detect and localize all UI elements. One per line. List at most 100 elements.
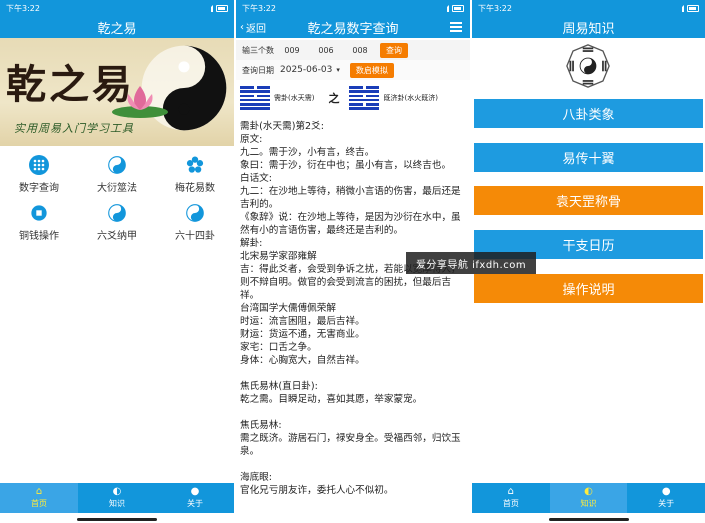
tab-home[interactable]: ⌂ 首页 bbox=[472, 483, 550, 513]
chevron-down-icon[interactable]: ▾ bbox=[336, 66, 340, 74]
date-row: 查询日期 2025-06-03 ▾ 数启模拟 bbox=[236, 60, 470, 80]
text-line: 白话文: bbox=[240, 173, 273, 184]
text-line: 象曰：需于沙，衍在中也；虽小有言，以终吉也。 bbox=[240, 160, 452, 171]
button-chenggu[interactable]: 袁天罡称骨 bbox=[474, 186, 703, 215]
app-banner: 乾之易 实用周易入门学习工具 bbox=[0, 38, 234, 146]
button-label: 操作说明 bbox=[562, 283, 615, 298]
tab-about[interactable]: ● 关于 bbox=[627, 483, 705, 513]
page-title-bar: ‹ 返回 乾之易数字查询 bbox=[236, 16, 470, 38]
grid-item-label: 大衍筮法 bbox=[97, 183, 137, 194]
grid-item-64-hexagrams[interactable]: 六十四卦 bbox=[156, 203, 234, 242]
hexagram-from-icon bbox=[240, 86, 270, 110]
button-label: 袁天罡称骨 bbox=[555, 195, 621, 210]
text-line: 九二：在沙地上等待，稍微小言语的伤害，最后还是吉利的。 bbox=[240, 186, 461, 210]
grid-item-label: 铜钱操作 bbox=[19, 231, 59, 242]
text-line: 解卦: bbox=[240, 238, 263, 249]
text-line: 焦氏易林(直日卦): bbox=[240, 381, 318, 392]
page-title-bar: 乾之易 bbox=[0, 16, 234, 38]
tab-label: 关于 bbox=[658, 499, 675, 508]
yinyang-icon bbox=[185, 203, 205, 223]
page-title-bar: 周易知识 bbox=[472, 16, 705, 38]
back-button[interactable]: ‹ 返回 bbox=[240, 20, 266, 35]
date-picker[interactable]: 2025-06-03 bbox=[280, 65, 332, 75]
text-line: 焦氏易林: bbox=[240, 420, 282, 431]
text-line: 身体：心胸宽大，自然吉祥。 bbox=[240, 355, 365, 366]
yinyang-icon: ◐ bbox=[112, 486, 122, 497]
grid-item-coins[interactable]: 铜钱操作 bbox=[0, 203, 78, 242]
button-label: 易传十翼 bbox=[562, 152, 615, 167]
button-label: 干支日历 bbox=[562, 239, 615, 254]
text-gap bbox=[240, 406, 464, 419]
yinyang-icon: ◐ bbox=[584, 486, 593, 497]
lotus-icon bbox=[112, 86, 168, 118]
battery-icon bbox=[216, 4, 228, 12]
user-icon: ● bbox=[190, 486, 200, 497]
grid-dots-icon bbox=[29, 155, 49, 175]
feature-grid: 数字查询 大衍筮法 梅花易数 铜钱操作 六爻纳甲 六十四卦 bbox=[0, 155, 234, 242]
tab-knowledge[interactable]: ◐ 知识 bbox=[549, 483, 628, 513]
text-line: 原文: bbox=[240, 134, 263, 145]
hexagram-to-icon bbox=[349, 86, 380, 110]
grid-item-label: 数字查询 bbox=[19, 183, 59, 194]
status-icons bbox=[205, 4, 228, 12]
number-field-1[interactable]: 009 bbox=[278, 46, 306, 55]
status-icons bbox=[676, 4, 699, 12]
numbers-label: 输三个数 bbox=[242, 45, 274, 55]
date-label: 查询日期 bbox=[242, 65, 274, 75]
status-time: 下午3:22 bbox=[242, 3, 276, 13]
battery-icon bbox=[687, 4, 699, 12]
grid-item-dayan[interactable]: 大衍筮法 bbox=[78, 155, 156, 194]
home-screen: 下午3:22 乾之易 乾之易 实用周易入门学习工具 数字查询 大衍筮法 梅花易数… bbox=[0, 0, 234, 523]
text-line: 海底眼: bbox=[240, 472, 273, 483]
watermark-banner: 爱分享导航 ifxdh.com bbox=[406, 252, 536, 274]
button-yizhuan[interactable]: 易传十翼 bbox=[474, 143, 703, 172]
plum-blossom-icon bbox=[185, 155, 205, 175]
bottom-tab-bar: ⌂ 首页 ◐ 知识 ● 关于 bbox=[472, 483, 705, 513]
tab-knowledge[interactable]: ◐ 知识 bbox=[78, 483, 156, 513]
tab-label: 关于 bbox=[187, 499, 203, 508]
back-label: 返回 bbox=[246, 24, 266, 35]
grid-item-liuyao[interactable]: 六爻纳甲 bbox=[78, 203, 156, 242]
status-icons bbox=[441, 4, 464, 12]
home-icon: ⌂ bbox=[35, 486, 43, 497]
status-time: 下午3:22 bbox=[478, 3, 512, 13]
banner-subtitle: 实用周易入门学习工具 bbox=[14, 122, 134, 135]
text-line: 财运：货运不通，无害商业。 bbox=[240, 329, 365, 340]
yinyang-icon bbox=[107, 155, 127, 175]
text-line: 九二。需于沙，小有言，终吉。 bbox=[240, 147, 375, 158]
button-label: 八卦类象 bbox=[562, 108, 615, 123]
menu-icon[interactable] bbox=[450, 22, 462, 32]
text-gap bbox=[240, 367, 464, 380]
tab-about[interactable]: ● 关于 bbox=[156, 483, 234, 513]
page-title: 周易知识 bbox=[562, 21, 615, 37]
hexagram-from-name: 需卦(水天需) bbox=[274, 94, 315, 102]
number-field-3[interactable]: 008 bbox=[346, 46, 374, 55]
text-line: 乾之需。目瞬足动，喜如其愿，举家蒙宠。 bbox=[240, 394, 423, 405]
page-title: 乾之易 bbox=[97, 21, 137, 37]
button-instructions[interactable]: 操作说明 bbox=[474, 274, 703, 303]
signal-icon bbox=[676, 4, 684, 12]
query-button[interactable]: 查询 bbox=[380, 42, 408, 58]
random-button[interactable]: 数启模拟 bbox=[349, 62, 394, 78]
grid-item-meihua[interactable]: 梅花易数 bbox=[156, 155, 234, 194]
tab-label: 知识 bbox=[109, 499, 125, 508]
chevron-left-icon: ‹ bbox=[240, 22, 244, 33]
coin-icon bbox=[29, 203, 49, 223]
tab-label: 首页 bbox=[31, 499, 47, 508]
grid-item-label: 六十四卦 bbox=[175, 231, 215, 242]
status-bar: 下午3:22 bbox=[0, 0, 234, 16]
text-line: 官化兄亏朋友诈，委托人心不似初。 bbox=[240, 485, 394, 496]
text-line: 家宅：口舌之争。 bbox=[240, 342, 317, 353]
gesture-bar[interactable] bbox=[77, 518, 157, 521]
grid-item-number-query[interactable]: 数字查询 bbox=[0, 155, 78, 194]
gesture-bar[interactable] bbox=[548, 518, 629, 521]
button-bagua-images[interactable]: 八卦类象 bbox=[474, 99, 703, 128]
tab-home[interactable]: ⌂ 首页 bbox=[0, 483, 78, 513]
text-line: 需之既济。游居石门，禄安身全。受福西邻，归饮玉泉。 bbox=[240, 433, 461, 457]
yinyang-icon bbox=[107, 203, 127, 223]
text-line: 需卦(水天需)第2爻: bbox=[240, 121, 324, 132]
status-time: 下午3:22 bbox=[6, 3, 40, 13]
number-field-2[interactable]: 006 bbox=[312, 46, 340, 55]
status-bar: 下午3:22 bbox=[236, 0, 470, 16]
grid-item-label: 六爻纳甲 bbox=[97, 231, 137, 242]
